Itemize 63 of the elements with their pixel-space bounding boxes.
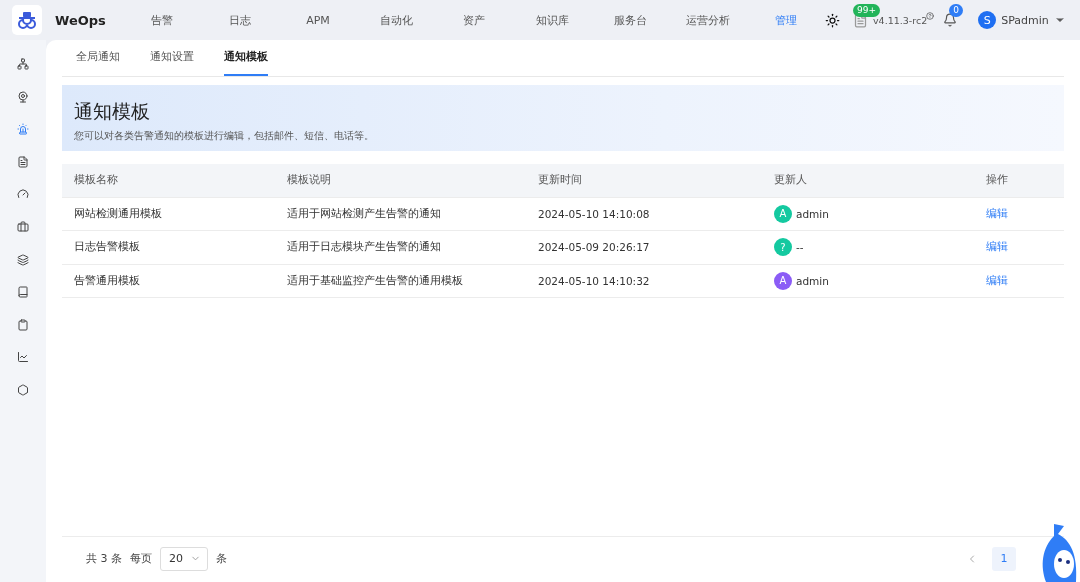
column-header: 模板名称 [74,173,119,188]
edit-link[interactable]: 编辑 [986,240,1064,255]
tab[interactable]: 全局通知 [76,49,120,76]
siren-icon[interactable] [17,123,29,136]
user-avatar: A [774,204,792,223]
page-subtitle: 您可以对各类告警通知的模板进行编辑，包括邮件、短信、电话等。 [74,129,375,143]
user-name: -- [796,241,804,254]
page-size-select[interactable]: 20 [160,546,208,571]
table-cell-text: 2024-05-10 14:10:08 [538,207,651,220]
user-avatar: A [774,271,792,290]
hexagon-icon[interactable] [17,383,29,396]
table-cell-text: 适用于日志模块产生告警的通知 [287,240,442,255]
help-icon[interactable] [926,12,935,20]
nav-item[interactable]: 管理 [747,12,825,28]
user-name[interactable]: SPadmin [1001,13,1049,27]
table-cell-text: 告警通用模板 [74,273,141,288]
nav-item[interactable]: 服务台 [591,12,669,28]
bell-badge: 0 [949,4,963,17]
user-name: admin [796,274,829,287]
table-cell-text: 适用于基础监控产生告警的通用模板 [287,273,464,288]
per-page-label: 每页 [130,551,152,566]
edit-link[interactable]: 编辑 [986,206,1064,221]
user-avatar: ? [774,238,792,257]
nav-item[interactable]: 运营分析 [669,12,747,28]
column-header: 操作 [986,173,1009,188]
app-name: WeOps [55,12,107,28]
user-avatar[interactable]: S [978,11,997,29]
nav-item[interactable]: 自动化 [357,12,435,28]
webcam-icon[interactable] [17,90,29,103]
chart-icon[interactable] [17,351,29,364]
nav-item[interactable]: 知识库 [513,12,591,28]
nav-item[interactable]: 告警 [123,12,201,28]
clipboard-icon[interactable] [17,318,29,331]
nav-item[interactable]: 资产 [435,12,513,28]
unit-label: 条 [216,551,227,566]
table-cell-text: 网站检测通用模板 [74,206,163,221]
table-cell-text: 日志告警模板 [74,240,141,255]
tab[interactable]: 通知设置 [150,49,194,76]
user-name: admin [796,207,829,220]
page-number[interactable]: 1 [992,546,1016,571]
table-cell-text: 2024-05-09 20:26:17 [538,241,651,254]
bell-icon[interactable] [943,13,958,27]
tab[interactable]: 通知模板 [224,49,268,76]
nav-item[interactable]: 日志 [201,12,279,28]
logo-icon[interactable] [12,5,42,35]
page-title: 通知模板 [74,99,151,124]
report-icon[interactable] [17,155,29,168]
column-header: 更新时间 [538,173,583,188]
gauge-icon[interactable] [17,188,29,201]
total-count: 共 3 条 [86,551,122,566]
table-cell-text: 2024-05-10 14:10:32 [538,274,651,287]
network-icon[interactable] [17,58,29,70]
column-header: 更新人 [774,173,808,188]
column-header: 模板说明 [287,173,332,188]
briefcase-icon[interactable] [17,220,29,233]
edit-link[interactable]: 编辑 [986,273,1064,288]
notice-badge: 99+ [853,3,880,17]
book-icon[interactable] [17,286,29,299]
version-label: v4.11.3-rc2 [873,14,928,26]
theme-icon[interactable] [825,12,840,28]
nav-item[interactable]: APM [279,13,357,27]
table-cell-text: 适用于网站检测产生告警的通知 [287,206,442,221]
layers-icon[interactable] [17,253,29,266]
